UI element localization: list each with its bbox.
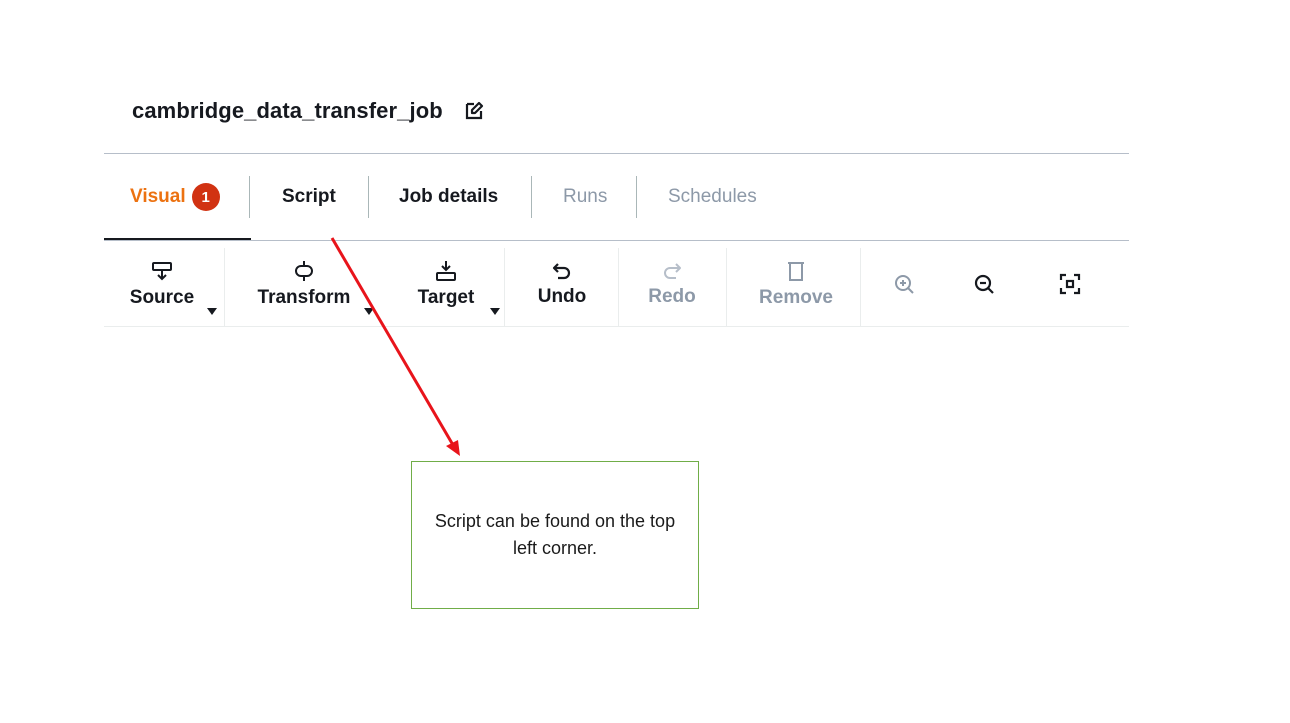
source-button[interactable]: Source: [116, 242, 217, 326]
remove-label: Remove: [759, 287, 833, 308]
tab-schedules-label: Schedules: [668, 186, 757, 207]
job-title: cambridge_data_transfer_job: [132, 98, 443, 123]
tab-separator: [368, 176, 369, 218]
undo-label: Undo: [537, 286, 587, 307]
tab-script[interactable]: Script: [282, 154, 336, 240]
undo-icon: [551, 260, 573, 282]
trash-icon: [784, 259, 808, 283]
tab-schedules[interactable]: Schedules: [668, 154, 757, 240]
redo-icon: [661, 260, 683, 282]
zoom-in-button[interactable]: [886, 242, 922, 326]
tab-visual-label: Visual: [130, 186, 186, 207]
tab-job-details-label: Job details: [399, 186, 499, 207]
source-label: Source: [129, 287, 195, 308]
tab-separator: [636, 176, 637, 218]
zoom-out-button[interactable]: [966, 242, 1002, 326]
toolbar-separator: [618, 248, 619, 326]
toolbar-divider: [104, 326, 1129, 327]
transform-node-icon: [292, 259, 316, 283]
zoom-out-icon: [973, 273, 995, 295]
toolbar-separator: [224, 248, 225, 326]
canvas-toolbar: Source Transform Target Undo Redo Remove: [104, 242, 1129, 326]
undo-button[interactable]: Undo: [524, 242, 600, 326]
remove-button[interactable]: Remove: [746, 242, 846, 326]
toolbar-separator: [726, 248, 727, 326]
fit-to-screen-icon: [1058, 272, 1082, 296]
fit-to-screen-button[interactable]: [1052, 242, 1088, 326]
tab-job-details[interactable]: Job details: [399, 154, 498, 240]
annotation-callout: Script can be found on the top left corn…: [411, 461, 699, 609]
job-tabs: Visual 1 Script Job details Runs Schedul…: [104, 154, 1129, 241]
caret-down-icon: [490, 308, 500, 315]
redo-label: Redo: [648, 286, 696, 307]
target-button[interactable]: Target: [404, 242, 500, 326]
toolbar-separator: [504, 248, 505, 326]
redo-button[interactable]: Redo: [636, 242, 708, 326]
tab-runs-label: Runs: [563, 186, 608, 207]
notification-badge: 1: [191, 183, 220, 211]
caret-down-icon: [207, 308, 217, 315]
tab-visual[interactable]: Visual 1: [130, 154, 220, 240]
tabs-divider: [104, 240, 1129, 241]
zoom-in-icon: [893, 273, 915, 295]
tab-script-label: Script: [282, 186, 336, 207]
edit-icon[interactable]: [463, 100, 485, 122]
annotation-text: Script can be found on the top left corn…: [434, 511, 676, 558]
toolbar-separator: [860, 248, 861, 326]
caret-down-icon: [364, 308, 374, 315]
job-header: cambridge_data_transfer_job: [132, 95, 485, 127]
target-label: Target: [417, 287, 475, 308]
source-node-icon: [150, 259, 174, 283]
tab-runs[interactable]: Runs: [563, 154, 607, 240]
transform-label: Transform: [257, 287, 351, 308]
tab-separator: [249, 176, 250, 218]
target-node-icon: [434, 259, 458, 283]
transform-button[interactable]: Transform: [248, 242, 374, 326]
tab-separator: [531, 176, 532, 218]
